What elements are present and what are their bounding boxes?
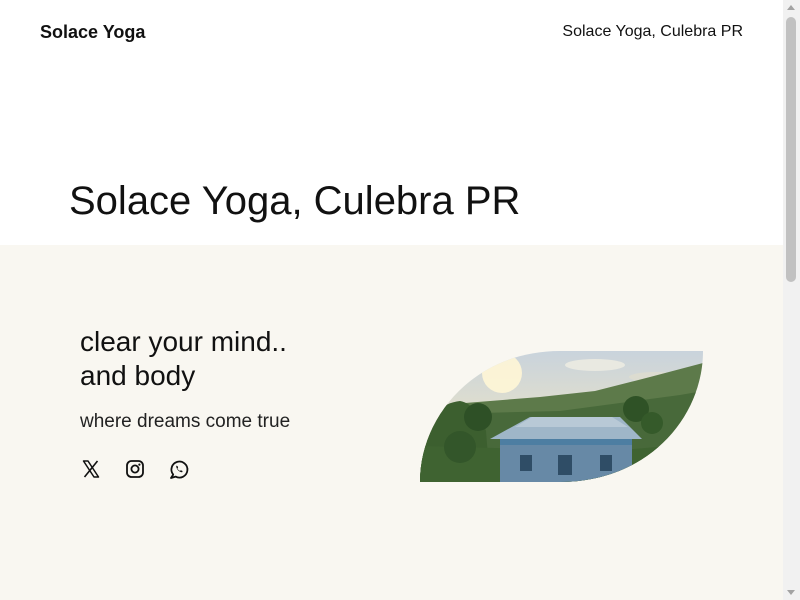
scrollbar-thumb[interactable] (786, 17, 796, 282)
brand-link[interactable]: Solace Yoga (40, 22, 145, 43)
hero-tagline: where dreams come true (80, 411, 291, 432)
page-title: Solace Yoga, Culebra PR (69, 179, 521, 223)
instagram-icon[interactable] (124, 458, 146, 480)
hero-image (420, 351, 703, 482)
page-scrollbar[interactable] (783, 0, 800, 600)
page: Solace Yoga Solace Yoga, Culebra PR Sola… (0, 0, 783, 600)
hero-section: clear your mind.. and body where dreams … (0, 245, 783, 600)
scroll-down-arrow-icon[interactable] (787, 590, 795, 595)
site-header: Solace Yoga Solace Yoga, Culebra PR (0, 0, 783, 68)
hero-headline-line1: clear your mind.. (80, 326, 287, 357)
hero-headline-line2: and body (80, 360, 196, 391)
whatsapp-icon[interactable] (168, 458, 190, 480)
scroll-up-arrow-icon[interactable] (787, 5, 795, 10)
x-logo-icon[interactable] (80, 458, 102, 480)
hero-headline: clear your mind.. and body (80, 325, 400, 393)
social-links (80, 458, 190, 480)
nav-link-home[interactable]: Solace Yoga, Culebra PR (562, 23, 743, 41)
